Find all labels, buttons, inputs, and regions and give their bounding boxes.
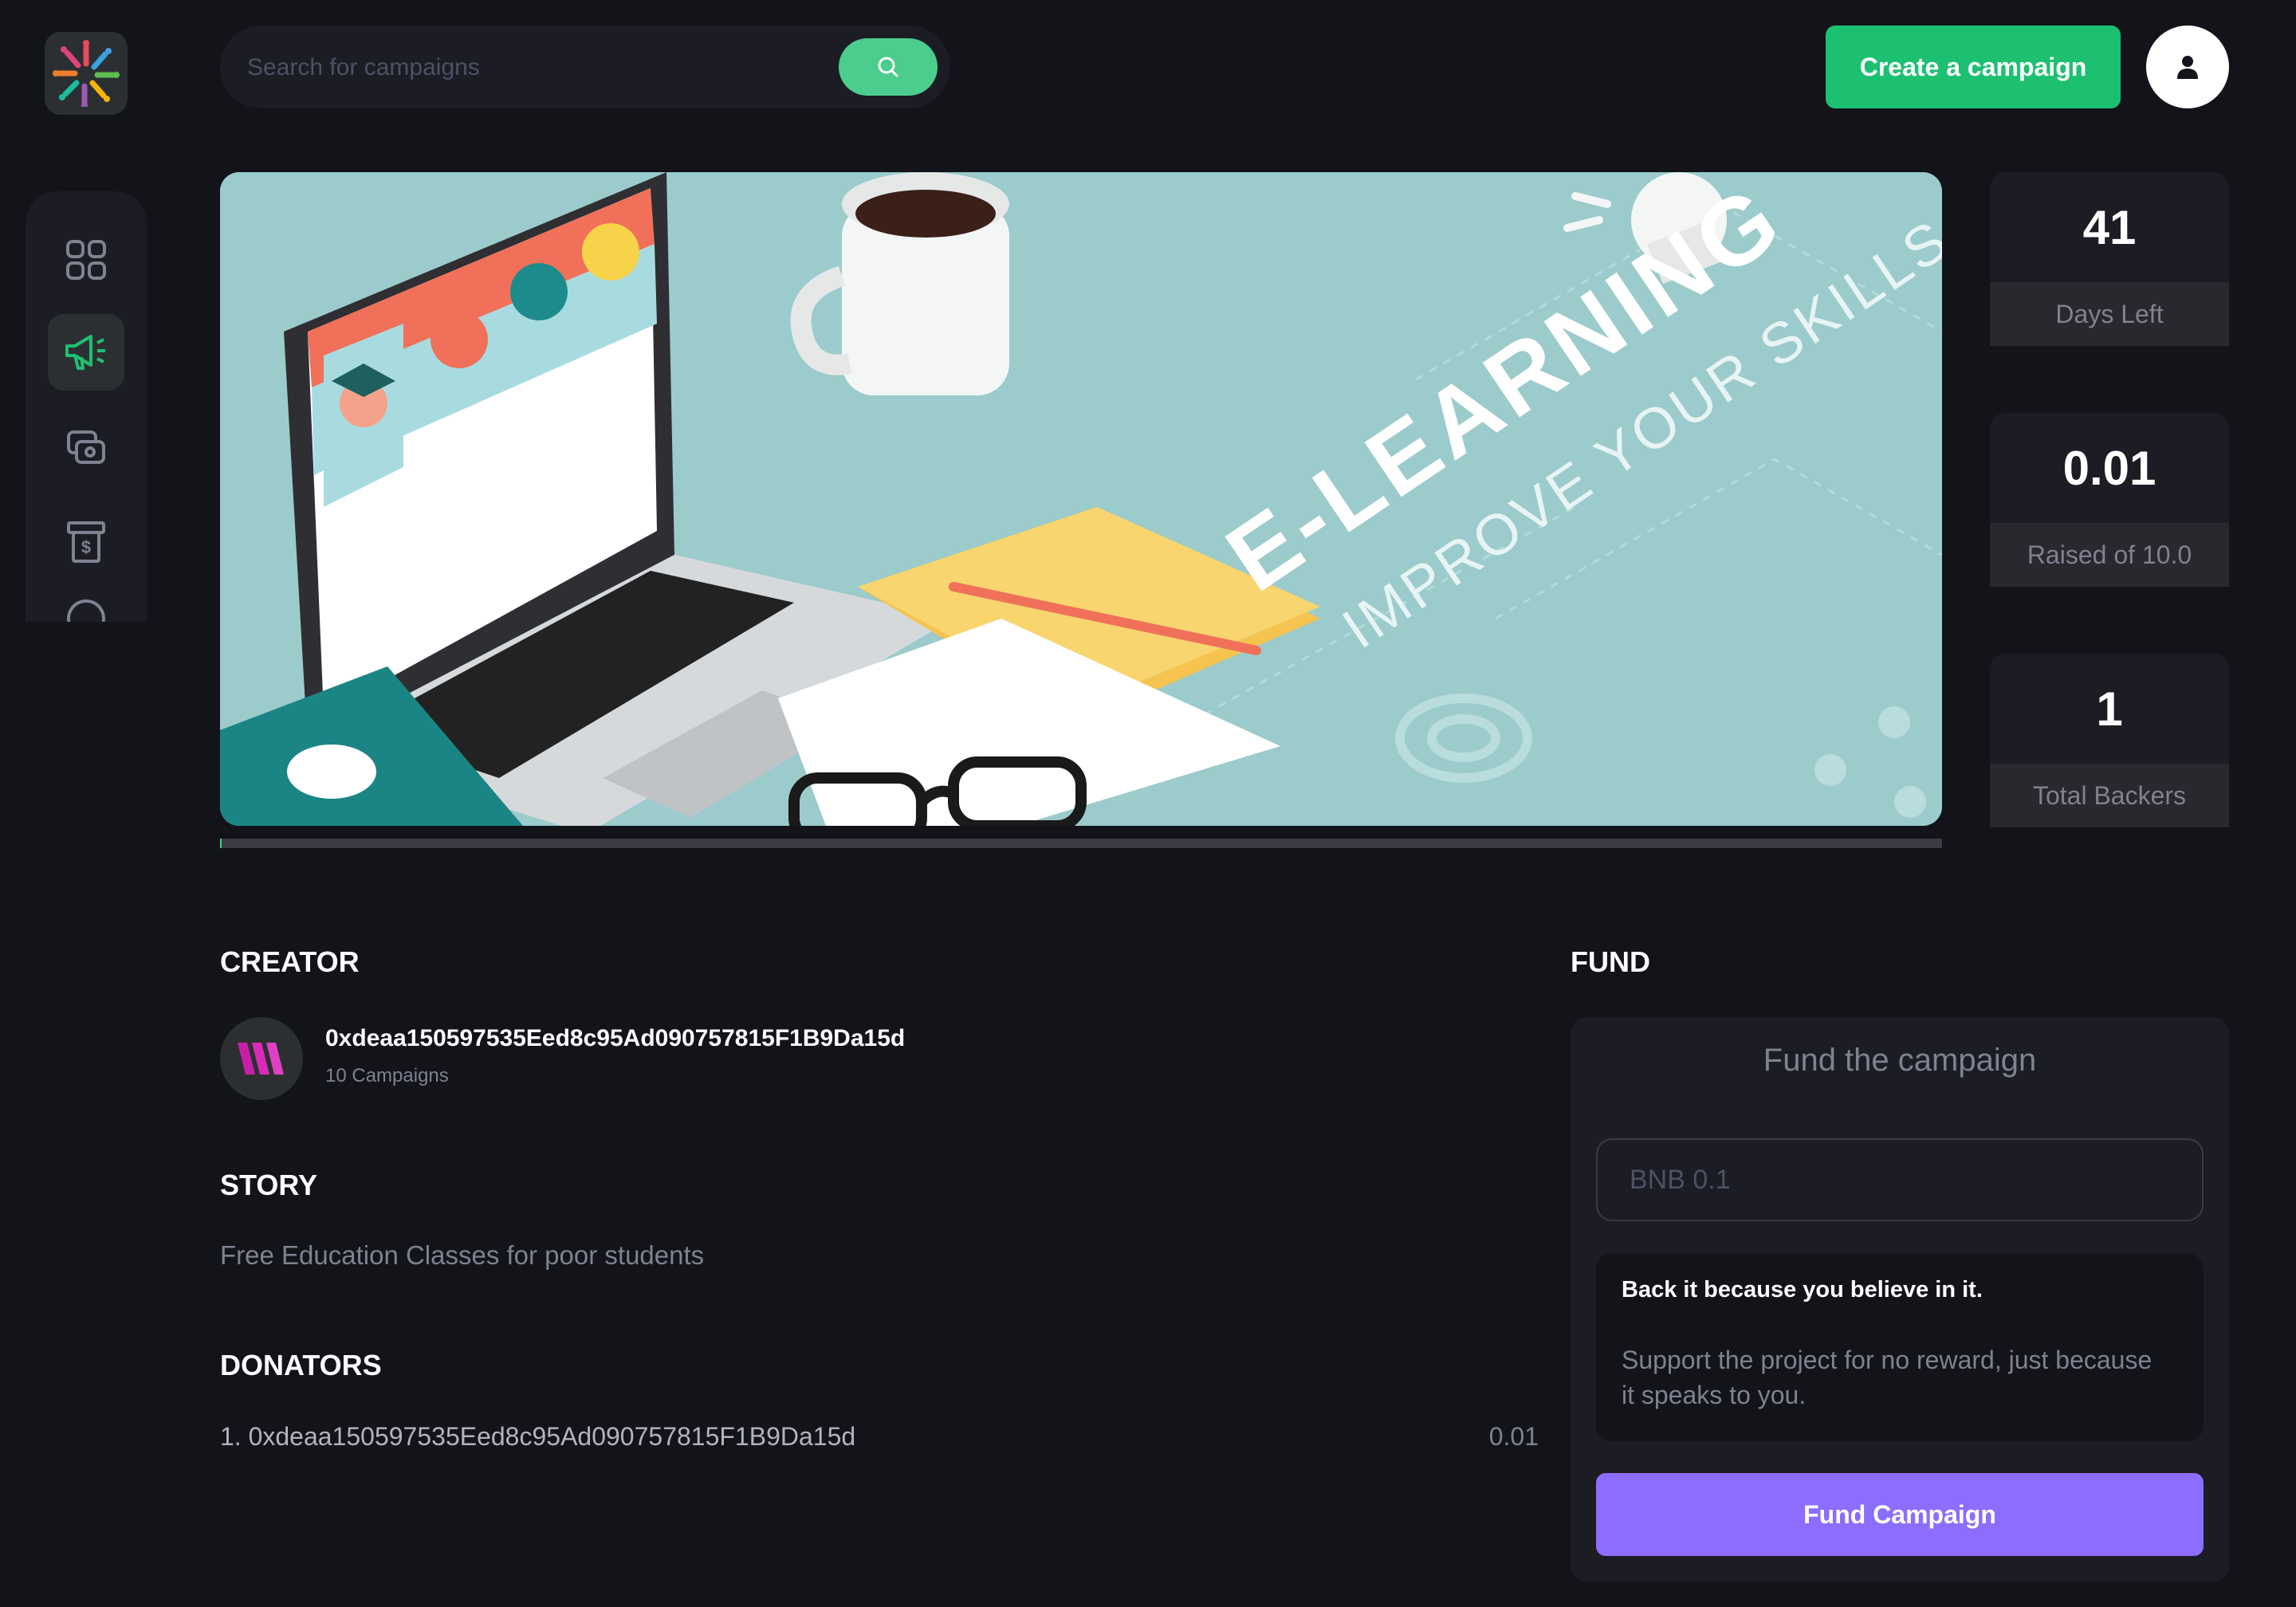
creator-campaign-count: 10 Campaigns bbox=[325, 1065, 449, 1086]
stat-value: 1 bbox=[1990, 654, 2229, 764]
donator-row-amount: 0.01 bbox=[1488, 1422, 1539, 1451]
stat-label: Total Backers bbox=[1990, 764, 2229, 827]
fund-campaign-button[interactable]: Fund Campaign bbox=[1596, 1473, 2204, 1556]
donator-row-label: 1. 0xdeaa150597535Eed8c95Ad090757815F1B9… bbox=[220, 1422, 856, 1451]
profile-icon bbox=[67, 599, 105, 622]
back-info-title: Back it because you believe in it. bbox=[1622, 1277, 1983, 1302]
donators-title: Donators bbox=[220, 1349, 382, 1381]
story-text: Free Education Classes for poor students bbox=[220, 1240, 705, 1270]
back-info-box: Back it because you believe in it. Suppo… bbox=[1596, 1253, 2204, 1441]
fund-amount-input[interactable] bbox=[1596, 1138, 2204, 1221]
creator-avatar bbox=[220, 1017, 303, 1100]
search-input[interactable] bbox=[246, 26, 807, 110]
stat-value: 0.01 bbox=[1990, 413, 2229, 523]
stat-label: Days Left bbox=[1990, 282, 2229, 346]
e-learning-illustration: E-LEARNING IMPROVE YOUR SKILLS bbox=[220, 172, 1942, 826]
payment-icon bbox=[67, 430, 105, 464]
user-icon bbox=[2177, 56, 2198, 79]
withdraw-icon: $ bbox=[67, 521, 105, 563]
search-bar bbox=[220, 26, 950, 110]
sidebar-item-campaign[interactable] bbox=[48, 314, 124, 391]
story-title: Story bbox=[220, 1169, 318, 1201]
fund-heading: Fund the campaign bbox=[1763, 1043, 2037, 1078]
create-campaign-button[interactable]: Create a campaign bbox=[1826, 26, 2121, 108]
search-icon bbox=[878, 57, 898, 77]
sidebar-item-profile[interactable] bbox=[48, 598, 124, 622]
fund-title: Fund bbox=[1571, 945, 1650, 978]
sidebar-item-dashboard[interactable] bbox=[48, 222, 124, 298]
stat-backers: 1 Total Backers bbox=[1990, 654, 2229, 827]
profile-button[interactable] bbox=[2146, 26, 2229, 108]
dashboard-icon bbox=[66, 240, 106, 280]
app-logo[interactable] bbox=[45, 32, 128, 115]
stat-raised: 0.01 Raised of 10.0 bbox=[1990, 413, 2229, 587]
sidebar-item-withdraw[interactable]: $ bbox=[48, 504, 124, 580]
svg-text:$: $ bbox=[81, 537, 91, 557]
megaphone-icon bbox=[65, 335, 105, 370]
fund-panel: Fund the campaign Back it because you be… bbox=[1571, 1017, 2229, 1581]
creator-title: Creator bbox=[220, 945, 360, 978]
funding-progress-bar bbox=[220, 839, 1942, 848]
creator-logo-icon bbox=[238, 1043, 284, 1075]
search-button[interactable] bbox=[839, 38, 938, 96]
creator-address: 0xdeaa150597535Eed8c95Ad090757815F1B9Da1… bbox=[325, 1025, 906, 1051]
sidebar: $ bbox=[26, 191, 147, 622]
sidebar-item-payment[interactable] bbox=[48, 410, 124, 486]
logo-icon bbox=[53, 40, 120, 107]
funding-progress-fill bbox=[220, 839, 222, 848]
stat-days-left: 41 Days Left bbox=[1990, 172, 2229, 346]
campaign-image: E-LEARNING IMPROVE YOUR SKILLS bbox=[220, 172, 1942, 826]
back-info-text: Support the project for no reward, just … bbox=[1622, 1346, 2152, 1409]
stat-value: 41 bbox=[1990, 172, 2229, 282]
stat-label: Raised of 10.0 bbox=[1990, 523, 2229, 587]
